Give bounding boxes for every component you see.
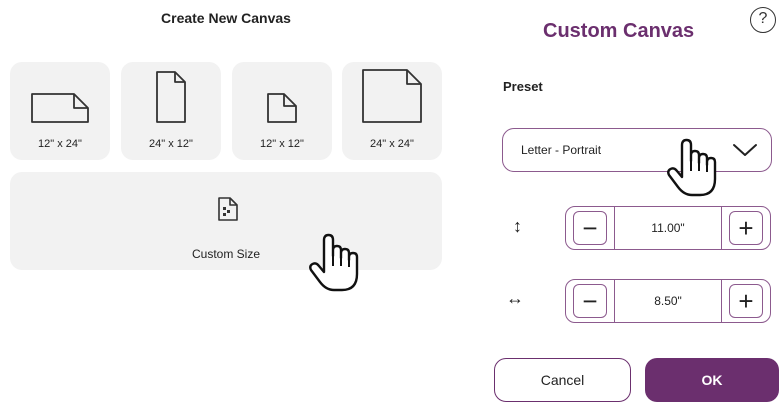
tile-24x24[interactable]: 24" x 24" xyxy=(342,62,442,160)
width-decrease-button[interactable]: − xyxy=(566,280,614,322)
minus-icon: − xyxy=(573,211,607,245)
preset-dropdown[interactable]: Letter - Portrait xyxy=(502,128,772,172)
custom-canvas-title: Custom Canvas xyxy=(543,20,695,42)
tile-label: 12" x 24" xyxy=(38,138,82,150)
tile-12x12[interactable]: 12" x 12" xyxy=(232,62,332,160)
create-new-canvas-title: Create New Canvas xyxy=(161,10,291,26)
width-increase-button[interactable]: + xyxy=(722,280,770,322)
ok-button[interactable]: OK xyxy=(645,358,779,402)
height-decrease-button[interactable]: − xyxy=(566,207,614,249)
portrait-page-icon xyxy=(156,71,186,123)
small-square-page-icon xyxy=(267,93,297,123)
height-increase-button[interactable]: + xyxy=(722,207,770,249)
plus-icon: + xyxy=(729,211,763,245)
hand-cursor-icon xyxy=(667,138,717,197)
preset-value: Letter - Portrait xyxy=(521,143,602,157)
width-arrow-icon: ↔ xyxy=(506,288,524,308)
tile-24x12[interactable]: 24" x 12" xyxy=(121,62,221,160)
chevron-down-icon xyxy=(733,144,757,156)
custom-size-icon xyxy=(218,197,238,221)
plus-icon: + xyxy=(729,284,763,318)
tile-label: 24" x 12" xyxy=(149,138,193,150)
cancel-button[interactable]: Cancel xyxy=(494,358,631,402)
height-stepper[interactable]: − 11.00" + xyxy=(565,206,771,250)
preset-label: Preset xyxy=(503,79,543,94)
help-icon[interactable]: ? xyxy=(750,7,776,33)
width-value[interactable]: 8.50" xyxy=(614,280,722,322)
large-square-page-icon xyxy=(362,69,422,123)
custom-size-tile[interactable]: Custom Size xyxy=(10,172,442,270)
landscape-page-icon xyxy=(31,93,89,123)
height-arrow-icon: ↕ xyxy=(513,216,522,236)
hand-cursor-icon xyxy=(309,233,359,292)
tile-label: 24" x 24" xyxy=(370,138,414,150)
tile-12x24[interactable]: 12" x 24" xyxy=(10,62,110,160)
minus-icon: − xyxy=(573,284,607,318)
width-stepper[interactable]: − 8.50" + xyxy=(565,279,771,323)
height-value[interactable]: 11.00" xyxy=(614,207,722,249)
custom-size-label: Custom Size xyxy=(191,247,261,261)
tile-label: 12" x 12" xyxy=(260,138,304,150)
